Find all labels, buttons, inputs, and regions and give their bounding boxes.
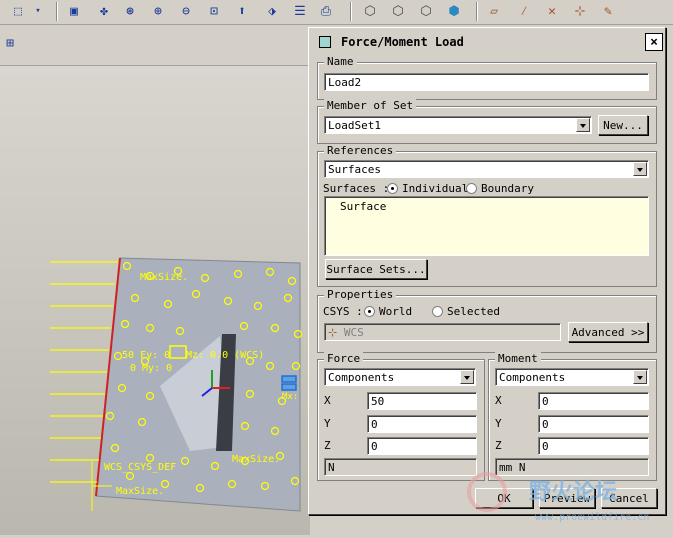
force-units: N bbox=[324, 458, 477, 476]
new-set-button[interactable]: New... bbox=[598, 115, 648, 135]
annotation-csys: WCS_CSYS_DEF bbox=[104, 462, 177, 473]
surface-sets-button[interactable]: Surface Sets... bbox=[325, 259, 427, 279]
dialog-title: Force/Moment Load bbox=[341, 35, 464, 49]
force-mode-value: Components bbox=[328, 371, 395, 384]
no-hidden-icon[interactable]: ⬡ bbox=[416, 1, 436, 21]
toolbar-separator bbox=[476, 2, 478, 21]
shaded-icon[interactable]: ⬢ bbox=[444, 1, 464, 21]
selected-label: Selected bbox=[447, 305, 500, 318]
load-set-select[interactable]: LoadSet1 bbox=[324, 116, 592, 134]
csys-icon[interactable]: ⊹ bbox=[570, 1, 590, 21]
force-x-label: X bbox=[324, 394, 331, 407]
moment-group-label: Moment bbox=[495, 352, 541, 365]
select-box-icon[interactable]: ⬚ bbox=[8, 1, 28, 21]
reference-type-value: Surfaces bbox=[328, 163, 381, 176]
csys-label: CSYS : bbox=[323, 305, 363, 318]
datum-plane-icon[interactable]: ▱ bbox=[484, 1, 504, 21]
annotation-icon[interactable]: ✎ bbox=[598, 1, 618, 21]
wireframe-icon[interactable]: ⬡ bbox=[360, 1, 380, 21]
spin-center-icon[interactable]: ⊛ bbox=[120, 1, 140, 21]
force-mode-select[interactable]: Components bbox=[324, 368, 476, 386]
moment-z-input[interactable]: 0 bbox=[538, 437, 649, 455]
annotation-force: 50 Fy: 0 bbox=[122, 350, 171, 361]
world-label: World bbox=[379, 305, 413, 318]
member-group-label: Member of Set bbox=[324, 99, 417, 112]
surfaces-label: Surfaces : bbox=[323, 182, 390, 195]
moment-units: mm N bbox=[495, 458, 649, 476]
force-y-input[interactable]: 0 bbox=[367, 415, 477, 433]
load-set-value: LoadSet1 bbox=[328, 119, 381, 132]
zoom-in-icon[interactable]: ⊕ bbox=[148, 1, 168, 21]
preview-button[interactable]: Preview bbox=[539, 488, 595, 508]
model-tree-icon[interactable]: ⊞ bbox=[0, 33, 20, 53]
force-x-input[interactable]: 50 bbox=[367, 392, 477, 410]
graphics-viewport[interactable]: MaxSize. 50 Fy: 0 0 My: 0 Mz: 0.0 (WCS) … bbox=[0, 66, 310, 535]
force-z-input[interactable]: 0 bbox=[367, 437, 477, 455]
world-radio[interactable] bbox=[364, 306, 375, 317]
boundary-label: Boundary bbox=[481, 182, 534, 195]
zoom-out-icon[interactable]: ⊖ bbox=[176, 1, 196, 21]
moment-z-label: Z bbox=[495, 439, 502, 452]
force-z-label: Z bbox=[324, 439, 331, 452]
zoom-fit-icon[interactable]: ⊡ bbox=[204, 1, 224, 21]
chevron-down-icon[interactable] bbox=[633, 162, 647, 176]
name-group-label: Name bbox=[324, 55, 357, 68]
orient-icon[interactable]: ⬆ bbox=[232, 1, 252, 21]
chevron-down-icon[interactable]: ▾ bbox=[28, 1, 48, 21]
dialog-titlebar[interactable]: Force/Moment Load × bbox=[313, 31, 663, 53]
individual-radio[interactable] bbox=[387, 183, 398, 194]
force-moment-dialog: Force/Moment Load × Name Load2 Member of… bbox=[308, 27, 666, 515]
surface-list-item[interactable]: Surface bbox=[340, 200, 386, 213]
selected-radio[interactable] bbox=[432, 306, 443, 317]
moment-x-input[interactable]: 0 bbox=[538, 392, 649, 410]
annotation-maxsize-top: MaxSize. bbox=[140, 272, 189, 283]
saved-view-icon[interactable]: ☰ bbox=[290, 1, 310, 21]
ok-button[interactable]: OK bbox=[475, 488, 533, 508]
force-y-label: Y bbox=[324, 417, 331, 430]
datum-axis-icon[interactable]: ⁄ bbox=[514, 1, 534, 21]
moment-y-input[interactable]: 0 bbox=[538, 415, 649, 433]
hidden-icon[interactable]: ⬡ bbox=[388, 1, 408, 21]
main-toolbar: ⬚ ▾ ▣ ✤ ⊛ ⊕ ⊖ ⊡ ⬆ ⬗ ☰ ⎙ ⬡ ⬡ ⬡ ⬢ ▱ ⁄ ✕ ⊹ … bbox=[0, 0, 673, 25]
chevron-down-icon[interactable] bbox=[633, 370, 647, 384]
moment-x-label: X bbox=[495, 394, 502, 407]
annotation-moment: 0 My: 0 bbox=[130, 363, 173, 374]
surface-list[interactable]: Surface bbox=[324, 196, 649, 256]
close-button[interactable]: × bbox=[645, 33, 663, 51]
toolbar-separator bbox=[350, 2, 352, 21]
toolbar-separator bbox=[56, 2, 58, 21]
layer-icon[interactable]: ⬗ bbox=[262, 1, 282, 21]
datum-icon[interactable]: ✤ bbox=[94, 1, 114, 21]
datum-point-icon[interactable]: ✕ bbox=[542, 1, 562, 21]
dialog-app-icon bbox=[319, 36, 331, 48]
csys-field: ⊹ WCS bbox=[324, 323, 561, 341]
moment-mode-value: Components bbox=[499, 371, 566, 384]
annotation-maxsize-right: MaxSize. bbox=[232, 454, 281, 465]
force-group-label: Force bbox=[324, 352, 364, 365]
csys-icon: ⊹ bbox=[328, 326, 338, 339]
cancel-button[interactable]: Cancel bbox=[601, 488, 657, 508]
moment-y-label: Y bbox=[495, 417, 502, 430]
csys-value: WCS bbox=[343, 326, 364, 339]
moment-mode-select[interactable]: Components bbox=[495, 368, 649, 386]
annotation-mz: Mz: 0.0 (WCS) bbox=[186, 350, 265, 361]
reference-type-select[interactable]: Surfaces bbox=[324, 160, 649, 178]
annotation-maxsize-bottom: MaxSize. bbox=[116, 486, 165, 497]
chevron-down-icon[interactable] bbox=[460, 370, 474, 384]
boundary-radio[interactable] bbox=[466, 183, 477, 194]
advanced-button[interactable]: Advanced >> bbox=[568, 322, 648, 342]
view-icon[interactable]: ▣ bbox=[64, 1, 84, 21]
references-group-label: References bbox=[324, 144, 397, 157]
individual-label: Individual bbox=[402, 182, 469, 195]
camera-icon[interactable]: ⎙ bbox=[316, 1, 336, 21]
name-input[interactable]: Load2 bbox=[324, 73, 649, 91]
chevron-down-icon[interactable] bbox=[576, 118, 590, 132]
annotation-mx: Mx: bbox=[282, 392, 299, 402]
properties-group-label: Properties bbox=[324, 288, 397, 301]
secondary-toolbar: ⊞ bbox=[0, 25, 310, 66]
